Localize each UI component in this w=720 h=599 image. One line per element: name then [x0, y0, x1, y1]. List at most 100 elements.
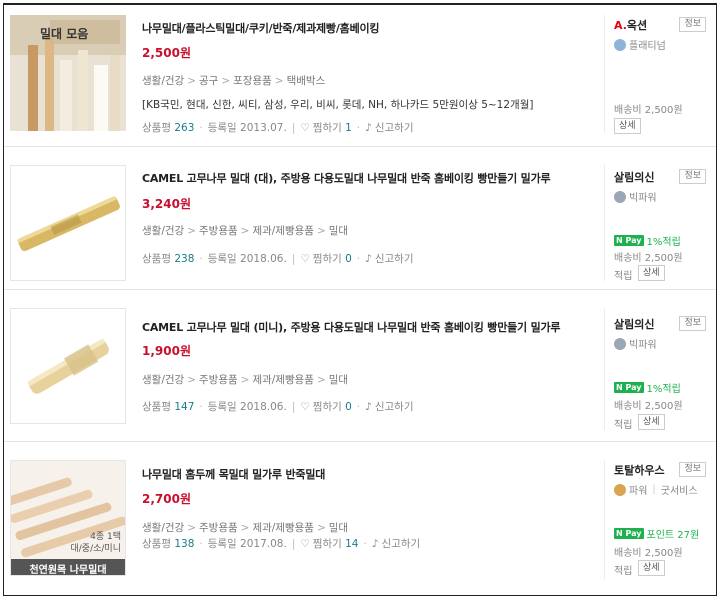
- auction-logo: A.: [614, 19, 627, 32]
- category-item[interactable]: 밀대: [329, 225, 348, 237]
- npay-badge: N Pay: [614, 235, 644, 246]
- product-thumbnail[interactable]: 4종 1택 대/중/소/미니 천연원목 나무밀대: [10, 460, 126, 576]
- like-button[interactable]: 찜하기: [313, 253, 342, 265]
- product-item: 밀대 모음 나무밀대/플라스틱밀대/쿠키/반죽/제과제빵/홈베이킹 2,500원…: [4, 5, 716, 147]
- detail-button[interactable]: 상세: [638, 560, 665, 576]
- category-item[interactable]: 생활/건강: [142, 374, 184, 386]
- good-service-label: 굿서비스: [660, 486, 698, 497]
- category-item[interactable]: 주방용품: [199, 225, 238, 237]
- category-item[interactable]: 제과/제빵용품: [252, 225, 314, 237]
- grade-label: 빅파워: [629, 340, 657, 351]
- heart-icon: ♡: [300, 253, 310, 265]
- bell-icon: ♪: [365, 122, 372, 134]
- category-item[interactable]: 주방용품: [199, 374, 238, 386]
- seller-info-button[interactable]: 정보: [679, 17, 706, 32]
- seller-label: 옥션: [626, 19, 648, 32]
- divider: [604, 165, 605, 281]
- category-item[interactable]: 밀대: [329, 374, 348, 386]
- review-count[interactable]: 147: [174, 401, 194, 413]
- earn-label: 적립: [614, 420, 633, 431]
- category-item[interactable]: 생활/건강: [142, 75, 184, 87]
- category-item[interactable]: 생활/건강: [142, 225, 184, 237]
- product-price: 2,500원: [142, 46, 191, 60]
- npay-badge: N Pay: [614, 382, 644, 393]
- bell-icon: ♪: [365, 401, 372, 413]
- rolling-pin-image: [27, 339, 109, 394]
- shipping-fee: 배송비 2,500원: [614, 105, 683, 116]
- category-item[interactable]: 주방용품: [199, 522, 238, 534]
- product-item: CAMEL 고무나무 밀대 (대), 주방용 다용도밀대 나무밀대 반죽 홈베이…: [4, 147, 716, 290]
- category-item[interactable]: 택배박스: [287, 75, 326, 87]
- category-breadcrumb: 생활/건강 > 주방용품 > 제과/제빵용품 > 밀대: [142, 225, 349, 237]
- reg-date: 2018.06.: [240, 253, 287, 265]
- npay-benefit: N Pay 1%적립: [614, 233, 681, 248]
- shipping-fee: 배송비 2,500원: [614, 548, 683, 559]
- reg-label: 등록일: [207, 401, 237, 413]
- reg-date: 2013.07.: [240, 122, 287, 134]
- product-item: 4종 1택 대/중/소/미니 천연원목 나무밀대 나무밀대 홈두께 목밀대 밀가…: [4, 442, 716, 595]
- divider: [604, 15, 605, 133]
- detail-button[interactable]: 상세: [614, 118, 641, 134]
- report-button[interactable]: 신고하기: [382, 538, 421, 550]
- product-thumbnail[interactable]: [10, 308, 126, 424]
- detail-button[interactable]: 상세: [638, 265, 665, 281]
- shipping-fee: 배송비 2,500원: [614, 253, 683, 264]
- category-breadcrumb: 생활/건강 > 공구 > 포장용품 > 택배박스: [142, 75, 326, 87]
- detail-button[interactable]: 상세: [638, 414, 665, 430]
- product-price: 1,900원: [142, 344, 191, 358]
- bigpower-medal-icon: [614, 337, 626, 350]
- bigpower-medal-icon: [614, 190, 626, 203]
- product-thumbnail[interactable]: [10, 165, 126, 281]
- category-item[interactable]: 생활/건강: [142, 522, 184, 534]
- category-item[interactable]: 포장용품: [233, 75, 272, 87]
- category-item[interactable]: 밀대: [329, 522, 348, 534]
- earn-label: 적립: [614, 566, 633, 577]
- heart-icon: ♡: [300, 401, 310, 413]
- like-button[interactable]: 찜하기: [313, 401, 342, 413]
- thumb-banner: 천연원목 나무밀대: [29, 565, 107, 576]
- reg-label: 등록일: [207, 253, 237, 265]
- like-button[interactable]: 찜하기: [313, 538, 342, 550]
- product-price: 2,700원: [142, 492, 191, 506]
- review-label: 상품평: [142, 122, 171, 134]
- platinum-medal-icon: [614, 38, 626, 51]
- reg-date: 2018.06.: [240, 401, 287, 413]
- category-item[interactable]: 공구: [199, 75, 218, 87]
- seller-grade: 빅파워: [614, 189, 714, 204]
- report-button[interactable]: 신고하기: [375, 253, 414, 265]
- product-title[interactable]: 나무밀대/플라스틱밀대/쿠키/반죽/제과제빵/홈베이킹: [142, 20, 380, 36]
- category-breadcrumb: 생활/건강 > 주방용품 > 제과/제빵용품 > 밀대: [142, 522, 349, 534]
- product-list: 밀대 모음 나무밀대/플라스틱밀대/쿠키/반죽/제과제빵/홈베이킹 2,500원…: [3, 3, 717, 596]
- reg-date: 2017.08.: [240, 538, 287, 550]
- seller-info-button[interactable]: 정보: [679, 316, 706, 331]
- grade-label: 빅파워: [629, 193, 657, 204]
- report-button[interactable]: 신고하기: [375, 401, 414, 413]
- product-meta: 상품평 238 · 등록일 2018.06. | ♡ 찜하기 0 · ♪ 신고하기: [142, 253, 414, 265]
- rolling-pin-image: [17, 196, 120, 252]
- npay-badge: N Pay: [614, 528, 644, 539]
- seller-info-button[interactable]: 정보: [679, 169, 706, 184]
- review-count[interactable]: 238: [174, 253, 194, 265]
- report-button[interactable]: 신고하기: [375, 122, 414, 134]
- like-button[interactable]: 찜하기: [313, 122, 342, 134]
- product-thumbnail[interactable]: 밀대 모음: [10, 15, 126, 131]
- seller-info: 살림의신 정보 빅파워: [614, 169, 714, 204]
- product-title[interactable]: 나무밀대 홈두께 목밀대 밀가루 반죽밀대: [142, 466, 325, 482]
- review-count[interactable]: 138: [174, 538, 194, 550]
- bell-icon: ♪: [365, 253, 372, 265]
- category-item[interactable]: 제과/제빵용품: [252, 522, 314, 534]
- heart-icon: ♡: [300, 122, 310, 134]
- category-item[interactable]: 제과/제빵용품: [252, 374, 314, 386]
- product-title[interactable]: CAMEL 고무나무 밀대 (미니), 주방용 다용도밀대 나무밀대 반죽 홈베…: [142, 319, 561, 335]
- review-count[interactable]: 263: [174, 122, 194, 134]
- card-promo: [KB국민, 현대, 신한, 씨티, 삼성, 우리, 비씨, 롯데, NH, 하…: [142, 99, 534, 111]
- product-title[interactable]: CAMEL 고무나무 밀대 (대), 주방용 다용도밀대 나무밀대 반죽 홈베이…: [142, 170, 551, 186]
- npay-text: 1%적립: [646, 237, 681, 248]
- rolling-pins-image: [11, 461, 125, 575]
- npay-text: 포인트 27원: [646, 530, 700, 541]
- seller-grade: 플래티넘: [614, 37, 714, 52]
- npay-benefit: N Pay 포인트 27원: [614, 526, 699, 541]
- seller-info: 살림의신 정보 빅파워: [614, 316, 714, 351]
- product-item: CAMEL 고무나무 밀대 (미니), 주방용 다용도밀대 나무밀대 반죽 홈베…: [4, 290, 716, 442]
- seller-info-button[interactable]: 정보: [679, 462, 706, 477]
